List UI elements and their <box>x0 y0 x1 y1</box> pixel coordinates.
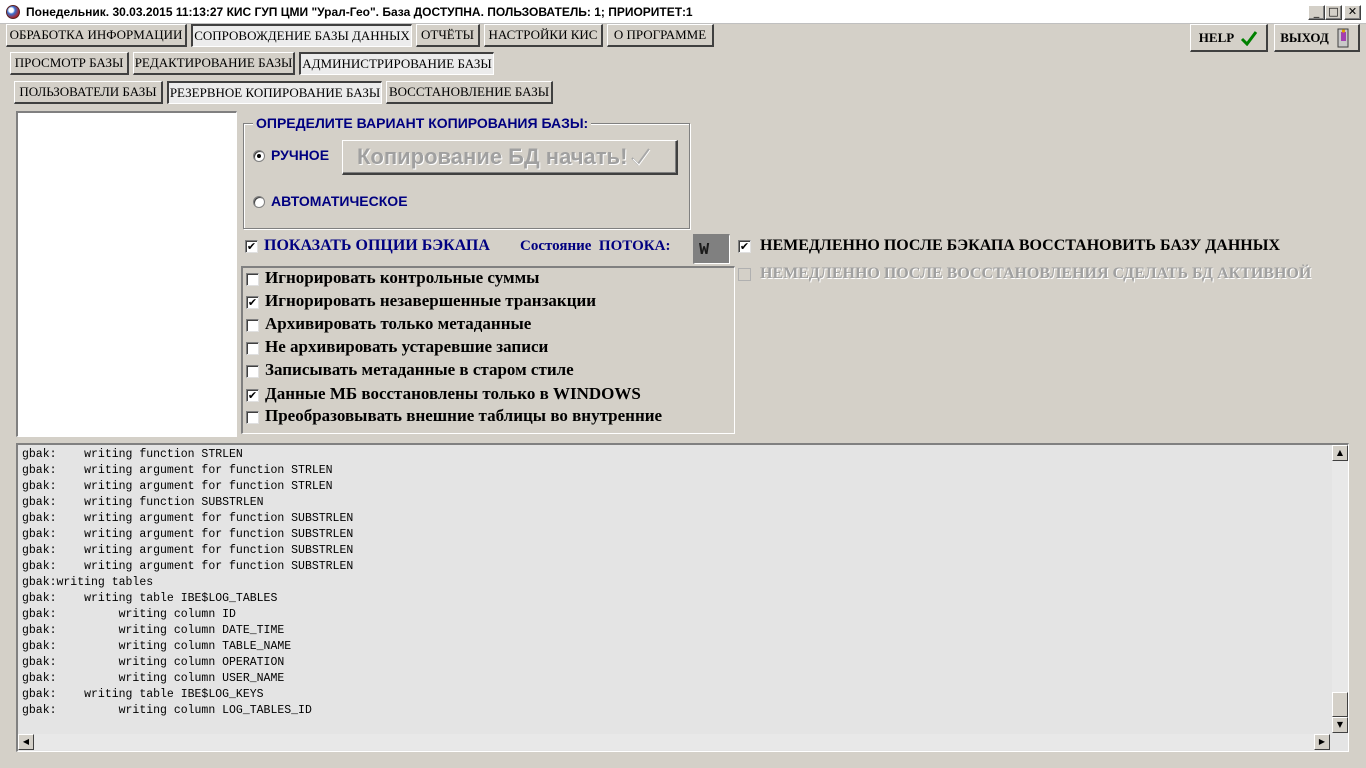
log-line: gbak: writing argument for function SUBS… <box>22 560 354 573</box>
activate-after-restore-checkbox <box>738 268 751 281</box>
help-button[interactable]: HELP <box>1190 24 1268 52</box>
start-copy-label: Копирование БД начать! <box>357 144 628 169</box>
backup-log[interactable]: gbak: writing function STRLEN gbak: writi… <box>16 443 1349 752</box>
log-lines: gbak: writing function STRLEN gbak: writi… <box>22 447 353 719</box>
option-label-windows-only: Данные МБ восстановлены только в WINDOWS <box>265 384 641 403</box>
help-label: HELP <box>1198 29 1235 45</box>
log-line: gbak: writing argument for function SUBS… <box>22 544 354 557</box>
window-title: Понедельник. 30.03.2015 11:13:27 КИС ГУП… <box>26 5 693 19</box>
log-line: gbak: writing argument for function STRL… <box>22 480 333 493</box>
log-line: gbak: writing table IBE$LOG_TABLES <box>22 592 278 605</box>
tab-settings[interactable]: НАСТРОЙКИ КИС <box>484 24 603 47</box>
option-checkbox-ignore-limbo[interactable]: ✔ <box>246 296 259 309</box>
checkmark-icon <box>631 148 651 166</box>
log-line: gbak: writing function STRLEN <box>22 448 243 461</box>
door-exit-icon <box>1337 28 1349 47</box>
vertical-scroll-thumb[interactable] <box>1332 692 1348 717</box>
log-line: gbak: writing argument for function STRL… <box>22 464 333 477</box>
horizontal-scroll-track[interactable] <box>34 734 1314 750</box>
option-label-convert-external: Преобразовывать внешние таблицы во внутр… <box>265 406 663 425</box>
log-line: gbak: writing table IBE$LOG_KEYS <box>22 688 264 701</box>
scroll-up-button[interactable]: ▲ <box>1332 445 1348 461</box>
option-checkbox-no-garbage[interactable] <box>246 342 259 355</box>
tab-view-db[interactable]: ПРОСМОТР БАЗЫ <box>10 52 129 75</box>
vertical-scroll-track[interactable] <box>1332 461 1348 717</box>
log-line: gbak: writing argument for function SUBS… <box>22 528 354 541</box>
tab-reports[interactable]: ОТЧЁТЫ <box>416 24 480 47</box>
thread-state-label: Состояние ПОТОКА: <box>520 238 671 254</box>
maximize-button[interactable]: □ <box>1325 5 1342 20</box>
tab-about[interactable]: О ПРОГРАММЕ <box>607 24 714 47</box>
log-line: gbak: writing column ID <box>22 608 236 621</box>
scroll-right-button[interactable]: ▶ <box>1314 734 1330 750</box>
log-line: gbak: writing column TABLE_NAME <box>22 640 292 653</box>
tab-processing[interactable]: ОБРАБОТКА ИНФОРМАЦИИ <box>6 24 187 47</box>
tab-admin-db[interactable]: АДМИНИСТРИРОВАНИЕ БАЗЫ <box>299 52 494 75</box>
show-options-checkbox[interactable]: ✔ <box>245 240 258 253</box>
tab-backup[interactable]: РЕЗЕРВНОЕ КОПИРОВАНИЕ БАЗЫ <box>167 81 382 104</box>
option-label-old-metadata: Записывать метаданные в старом стиле <box>265 360 574 379</box>
minimize-button[interactable]: _ <box>1308 5 1325 20</box>
title-bar: Понедельник. 30.03.2015 11:13:27 КИС ГУП… <box>0 0 1366 24</box>
log-line: gbak: writing column OPERATION <box>22 656 285 669</box>
copy-mode-title: ОПРЕДЕЛИТЕ ВАРИАНТ КОПИРОВАНИЯ БАЗЫ: <box>253 115 592 131</box>
tab-edit-db[interactable]: РЕДАКТИРОВАНИЕ БАЗЫ <box>133 52 295 75</box>
restore-after-backup-label: НЕМЕДЛЕННО ПОСЛЕ БЭКАПА ВОССТАНОВИТЬ БАЗ… <box>760 237 1280 254</box>
log-line: gbak: writing column USER_NAME <box>22 672 285 685</box>
activate-after-restore-label: НЕМЕДЛЕННО ПОСЛЕ ВОССТАНОВЛЕНИЯ СДЕЛАТЬ … <box>760 265 1312 282</box>
log-line: gbak: writing column LOG_TABLES_ID <box>22 704 312 717</box>
exit-button[interactable]: ВЫХОД <box>1274 24 1360 52</box>
tab-restore[interactable]: ВОССТАНОВЛЕНИЕ БАЗЫ <box>386 81 553 104</box>
exit-label: ВЫХОД <box>1280 29 1329 45</box>
copy-mode-group <box>243 123 690 229</box>
tab-db-users[interactable]: ПОЛЬЗОВАТЕЛИ БАЗЫ <box>14 81 163 104</box>
option-checkbox-convert-external[interactable] <box>246 411 259 424</box>
thread-state-value: W <box>693 234 730 264</box>
option-label-metadata-only: Архивировать только метаданные <box>265 314 532 333</box>
option-label-ignore-limbo: Игнорировать незавершенные транзакции <box>265 291 597 310</box>
checkmark-icon <box>1241 30 1258 46</box>
restore-after-backup-checkbox[interactable]: ✔ <box>738 240 751 253</box>
manual-radio-label: РУЧНОЕ <box>271 147 330 163</box>
option-checkbox-ignore-checksums[interactable] <box>246 273 259 286</box>
option-label-ignore-checksums: Игнорировать контрольные суммы <box>265 268 540 287</box>
log-line: gbak:writing tables <box>22 576 154 589</box>
tab-db-maintenance[interactable]: СОПРОВОЖДЕНИЕ БАЗЫ ДАННЫХ <box>191 24 412 47</box>
scroll-left-button[interactable]: ◀ <box>18 734 34 750</box>
auto-radio[interactable] <box>253 196 265 208</box>
option-label-no-garbage: Не архивировать устаревшие записи <box>265 337 549 356</box>
start-copy-button[interactable]: Копирование БД начать! <box>342 140 678 175</box>
scroll-down-button[interactable]: ▼ <box>1332 717 1348 733</box>
show-options-label: ПОКАЗАТЬ ОПЦИИ БЭКАПА <box>264 237 490 254</box>
option-checkbox-old-metadata[interactable] <box>246 365 259 378</box>
option-checkbox-metadata-only[interactable] <box>246 319 259 332</box>
app-icon <box>6 5 20 19</box>
manual-radio[interactable] <box>253 150 265 162</box>
log-line: gbak: writing argument for function SUBS… <box>22 512 354 525</box>
log-line: gbak: writing column DATE_TIME <box>22 624 285 637</box>
close-button[interactable]: ✕ <box>1344 5 1361 20</box>
option-checkbox-windows-only[interactable]: ✔ <box>246 389 259 402</box>
auto-radio-label: АВТОМАТИЧЕСКОЕ <box>271 193 408 209</box>
log-line: gbak: writing function SUBSTRLEN <box>22 496 264 509</box>
backup-file-list[interactable] <box>16 111 237 437</box>
